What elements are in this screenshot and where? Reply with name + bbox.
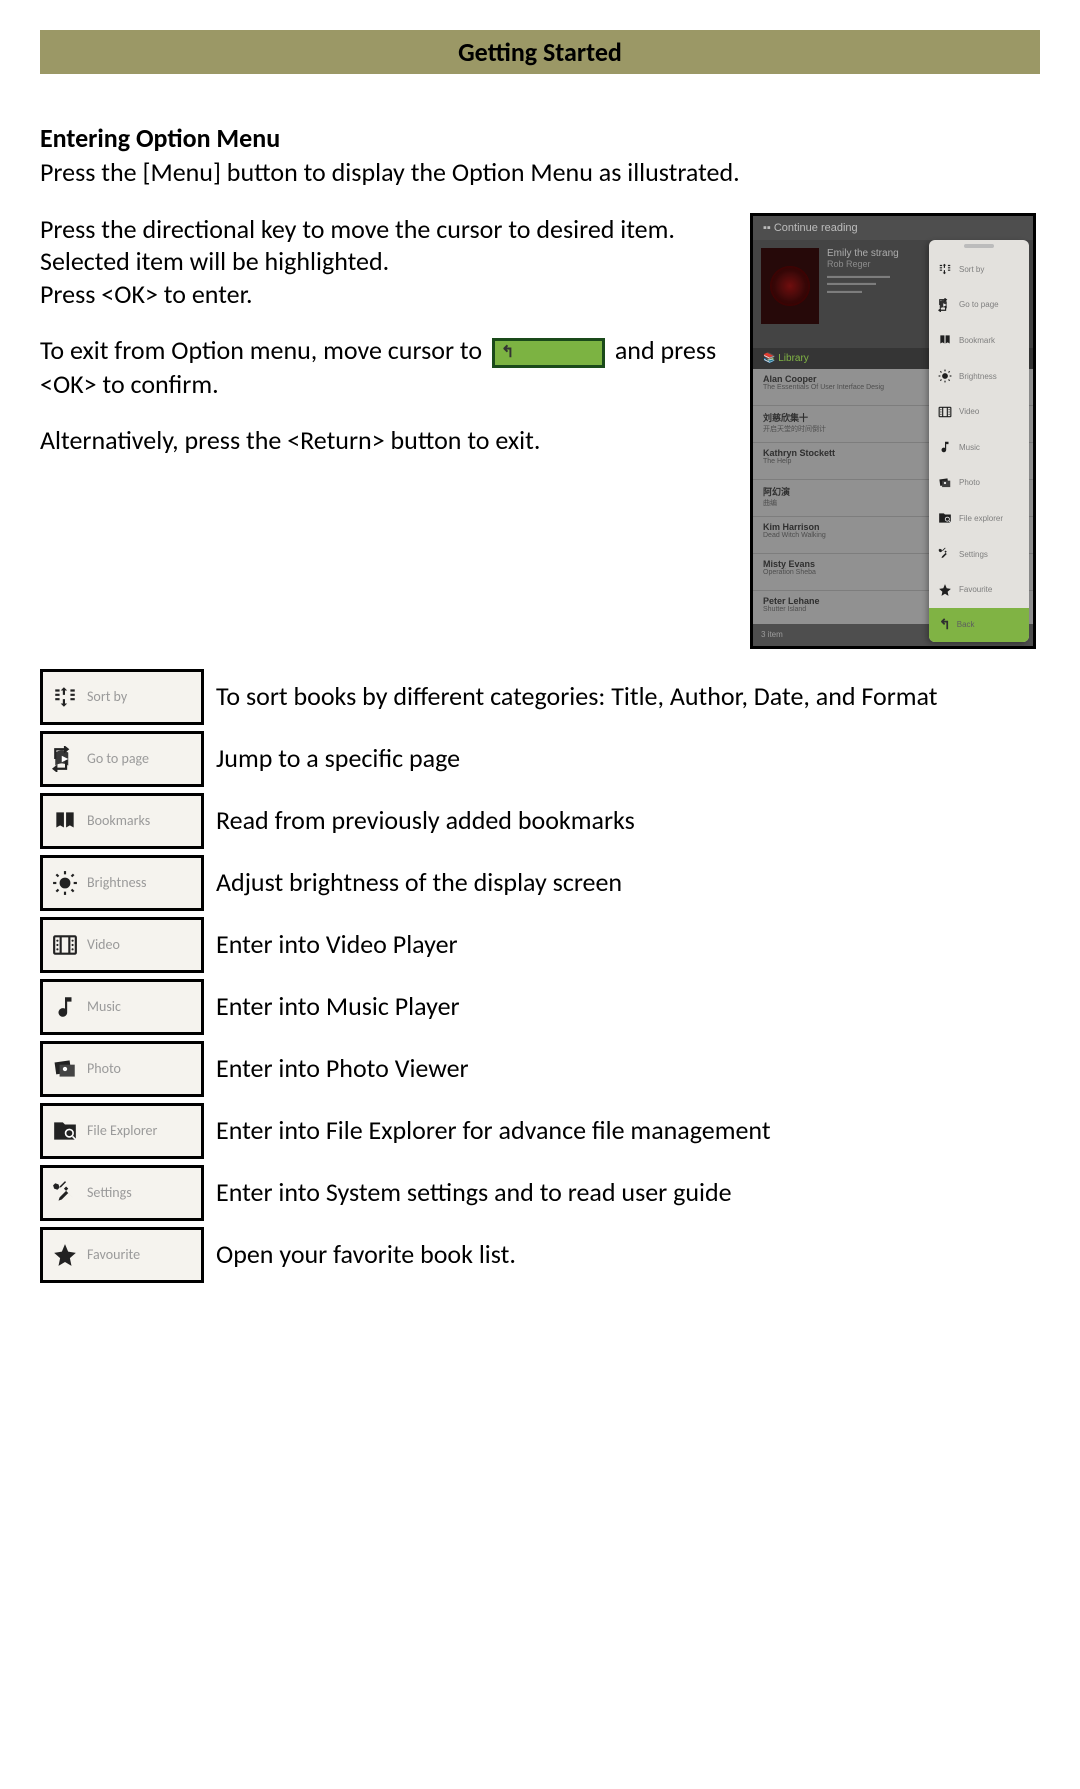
legend-button: Bookmarks bbox=[40, 793, 204, 849]
legend-description: Enter into Video Player bbox=[216, 929, 458, 960]
legend-description: Open your favorite book list. bbox=[216, 1239, 516, 1270]
legend-icon bbox=[51, 745, 79, 773]
legend-button: File Explorer bbox=[40, 1103, 204, 1159]
legend-button-label: File Explorer bbox=[87, 1123, 157, 1138]
legend-button-label: Brightness bbox=[87, 875, 147, 890]
legend-icon bbox=[51, 1117, 79, 1145]
legend-button-label: Sort by bbox=[87, 689, 127, 704]
legend-button: Music bbox=[40, 979, 204, 1035]
legend-button: Brightness bbox=[40, 855, 204, 911]
legend-icon bbox=[51, 993, 79, 1021]
legend-row: Favourite Open your favorite book list. bbox=[40, 1227, 1040, 1283]
legend-icon bbox=[51, 931, 79, 959]
section-title: Entering Option Menu bbox=[40, 122, 1040, 154]
legend-row: Photo Enter into Photo Viewer bbox=[40, 1041, 1040, 1097]
paragraph-4: To exit from Option menu, move cursor to… bbox=[40, 334, 720, 400]
legend-row: Music Enter into Music Player bbox=[40, 979, 1040, 1035]
legend-description: Jump to a specific page bbox=[216, 743, 460, 774]
legend-row: File Explorer Enter into File Explorer f… bbox=[40, 1103, 1040, 1159]
paragraph-5: Alternatively, press the <Return> button… bbox=[40, 424, 720, 457]
legend-button-label: Settings bbox=[87, 1185, 132, 1200]
return-button-inline: ↰ bbox=[492, 338, 605, 368]
legend-icon bbox=[51, 807, 79, 835]
legend-description: Enter into Music Player bbox=[216, 991, 460, 1022]
device-screenshot: ▪▪ Continue reading Emily the strang Rob… bbox=[750, 213, 1036, 649]
legend-button-label: Favourite bbox=[87, 1247, 140, 1262]
legend-description: Read from previously added bookmarks bbox=[216, 805, 635, 836]
paragraph-3: Press <OK> to enter. bbox=[40, 278, 720, 311]
legend-icon bbox=[51, 1179, 79, 1207]
legend-button-label: Photo bbox=[87, 1061, 121, 1076]
page-banner: Getting Started bbox=[40, 30, 1040, 74]
legend-button: Video bbox=[40, 917, 204, 973]
paragraph-2: Press the directional key to move the cu… bbox=[40, 213, 720, 278]
legend-icon bbox=[51, 1241, 79, 1269]
legend-icon bbox=[51, 1055, 79, 1083]
legend-button: Photo bbox=[40, 1041, 204, 1097]
legend-description: Enter into Photo Viewer bbox=[216, 1053, 469, 1084]
legend-description: Adjust brightness of the display screen bbox=[216, 867, 622, 898]
legend-button: Settings bbox=[40, 1165, 204, 1221]
legend-row: Go to page Jump to a specific page bbox=[40, 731, 1040, 787]
legend-button: Favourite bbox=[40, 1227, 204, 1283]
legend-icon bbox=[51, 869, 79, 897]
legend-button-label: Video bbox=[87, 937, 120, 952]
return-arrow-icon: ↰ bbox=[501, 343, 514, 363]
legend-button: Go to page bbox=[40, 731, 204, 787]
legend-description: To sort books by different categories: T… bbox=[216, 681, 937, 712]
legend-button: Sort by bbox=[40, 669, 204, 725]
legend-button-label: Bookmarks bbox=[87, 813, 150, 828]
legend-row: Sort by To sort books by different categ… bbox=[40, 669, 1040, 725]
legend-button-label: Music bbox=[87, 999, 121, 1014]
legend-description: Enter into File Explorer for advance fil… bbox=[216, 1115, 771, 1146]
paragraph-4a: To exit from Option menu, move cursor to bbox=[40, 334, 488, 366]
legend-row: Bookmarks Read from previously added boo… bbox=[40, 793, 1040, 849]
legend-icon bbox=[51, 683, 79, 711]
legend-row: Settings Enter into System settings and … bbox=[40, 1165, 1040, 1221]
legend-row: Video Enter into Video Player bbox=[40, 917, 1040, 973]
legend-button-label: Go to page bbox=[87, 751, 149, 766]
legend-row: Brightness Adjust brightness of the disp… bbox=[40, 855, 1040, 911]
paragraph-1: Press the [Menu] button to display the O… bbox=[40, 156, 1040, 189]
legend-table: Sort by To sort books by different categ… bbox=[40, 669, 1040, 1283]
legend-description: Enter into System settings and to read u… bbox=[216, 1177, 732, 1208]
